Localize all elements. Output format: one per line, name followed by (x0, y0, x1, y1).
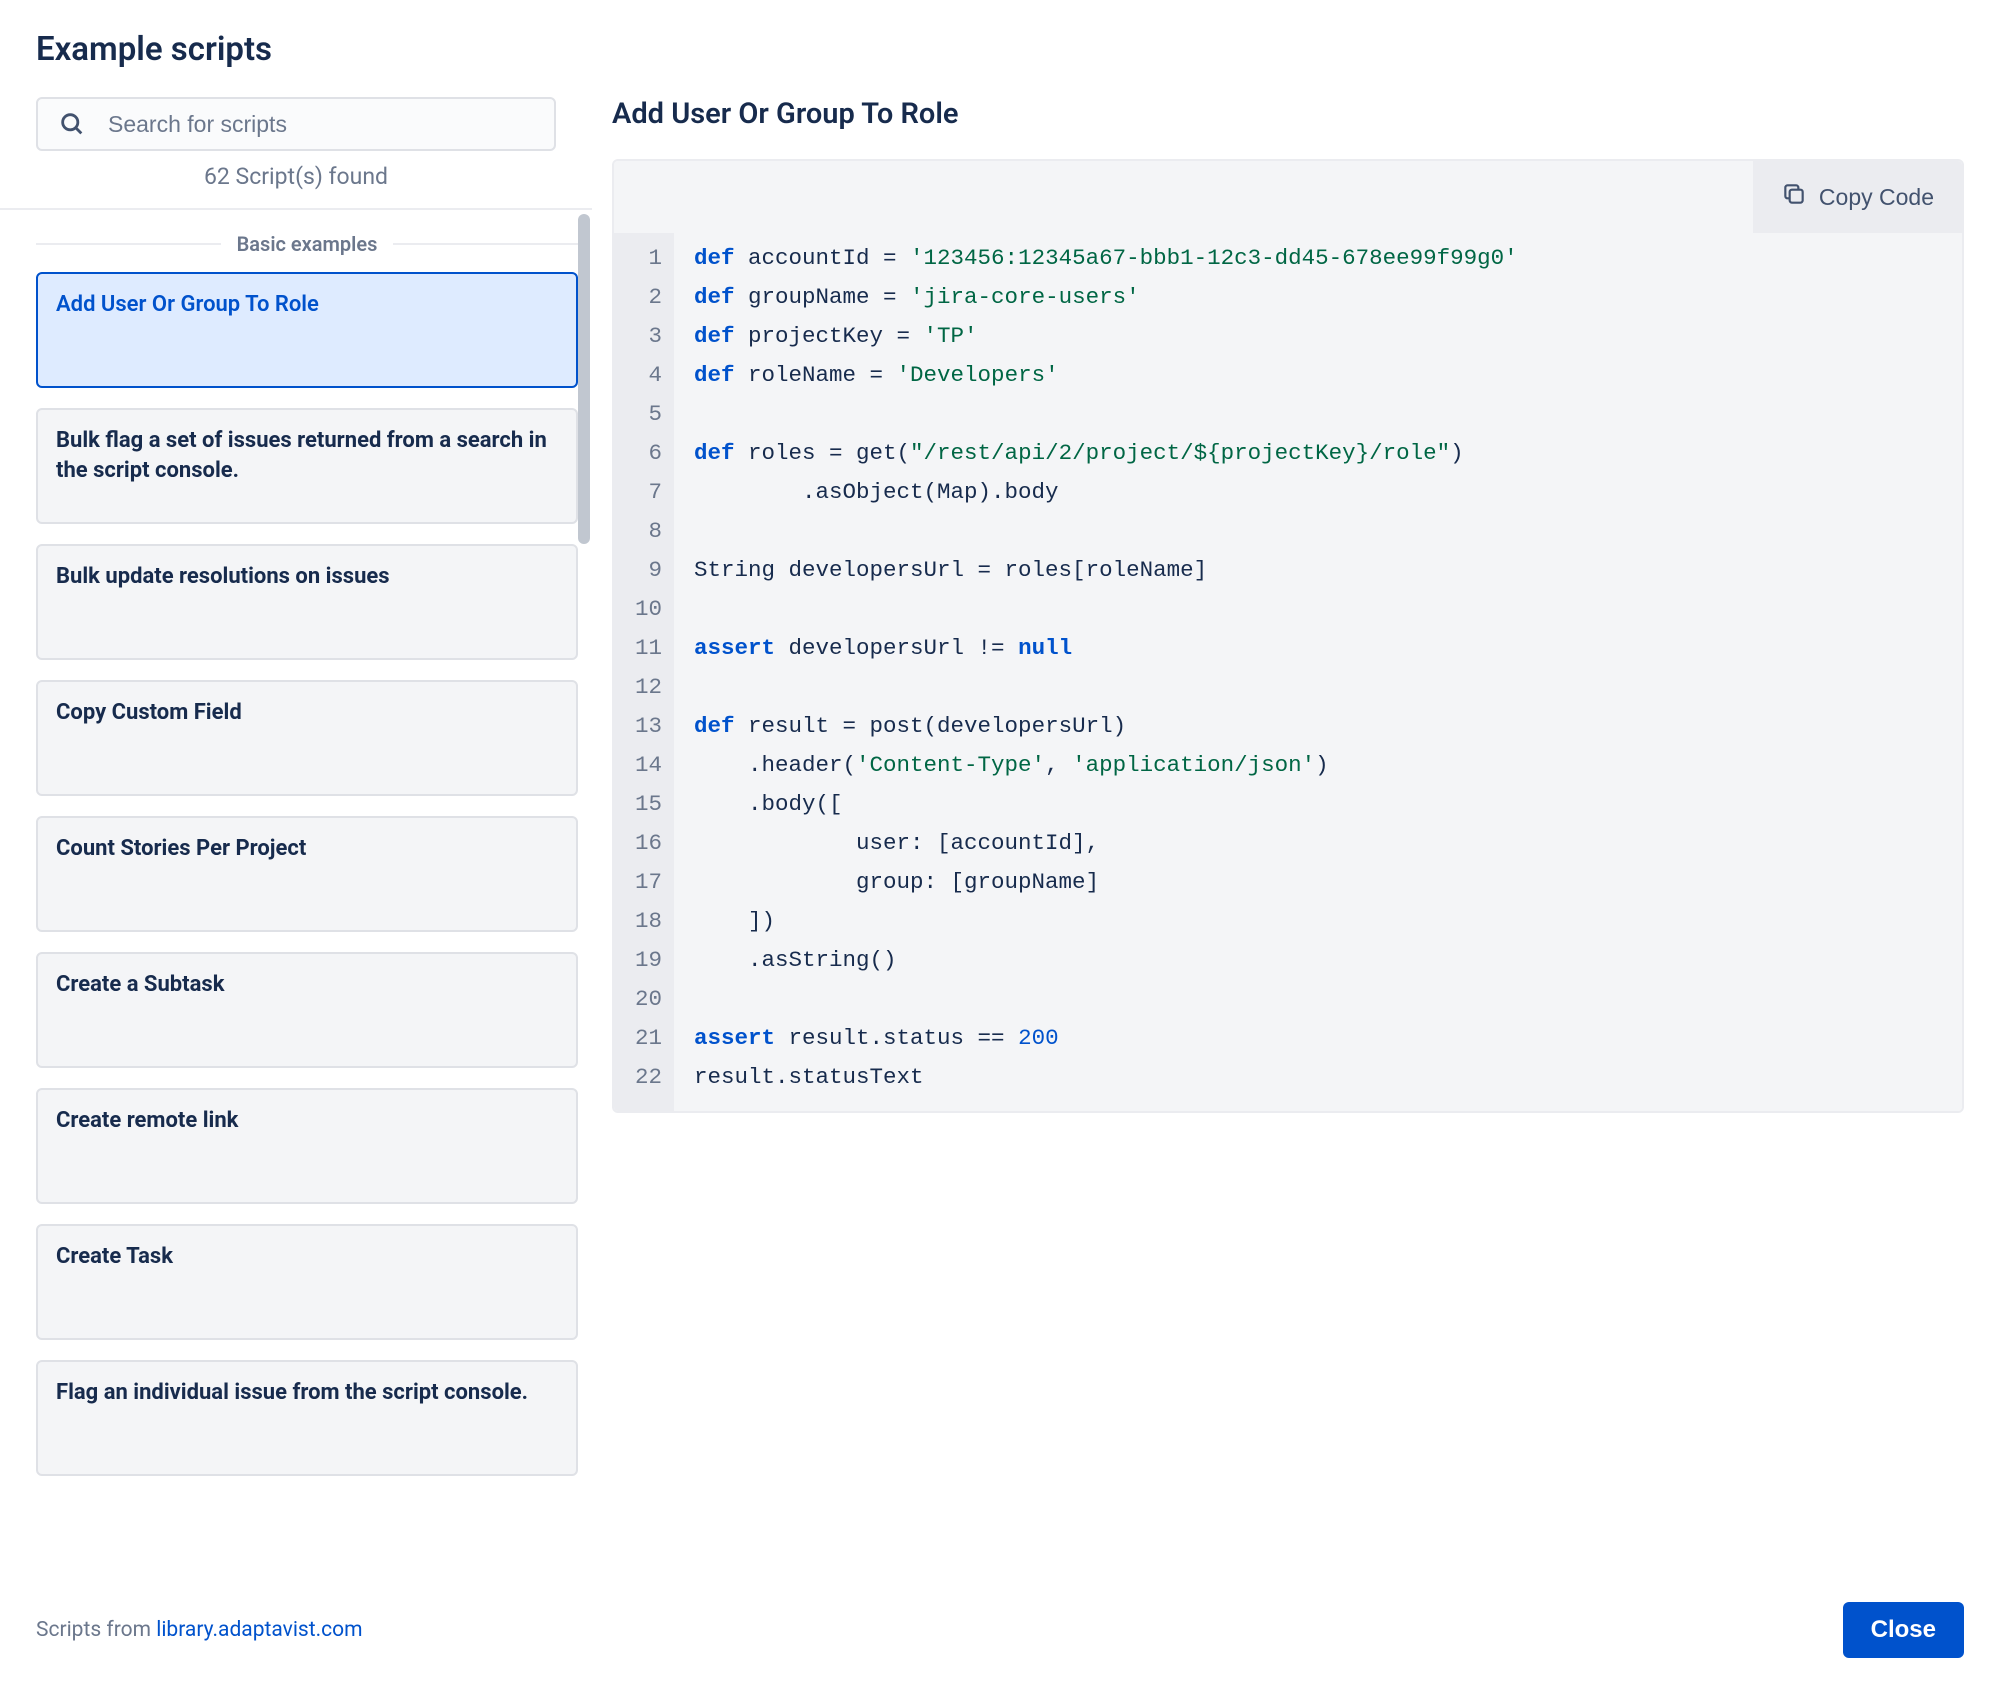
script-card[interactable]: Flag an individual issue from the script… (36, 1360, 578, 1476)
script-card[interactable]: Copy Custom Field (36, 680, 578, 796)
footer-attribution: Scripts from library.adaptavist.com (36, 1618, 363, 1642)
example-scripts-dialog: Example scripts 62 Script(s) found (0, 0, 2000, 1690)
close-button[interactable]: Close (1843, 1602, 1964, 1658)
script-card[interactable]: Create remote link (36, 1088, 578, 1204)
script-card[interactable]: Bulk update resolutions on issues (36, 544, 578, 660)
group-header: Basic examples (36, 232, 578, 256)
scrollbar-thumb[interactable] (578, 214, 590, 544)
script-card[interactable]: Count Stories Per Project (36, 816, 578, 932)
result-count: 62 Script(s) found (36, 163, 556, 190)
code-panel: Copy Code 123456789101112131415161718192… (612, 159, 1964, 1113)
page-title: Example scripts (36, 30, 1964, 69)
script-sidebar: 62 Script(s) found Basic examples Add Us… (36, 97, 556, 1580)
group-label: Basic examples (237, 232, 378, 256)
search-icon (58, 110, 86, 138)
dialog-footer: Scripts from library.adaptavist.com Clos… (36, 1580, 1964, 1690)
script-card[interactable]: Create a Subtask (36, 952, 578, 1068)
detail-title: Add User Or Group To Role (612, 97, 1964, 131)
copy-code-label: Copy Code (1819, 184, 1934, 211)
copy-icon (1781, 181, 1807, 213)
code-block: 12345678910111213141516171819202122 def … (614, 233, 1962, 1111)
library-link[interactable]: library.adaptavist.com (156, 1618, 362, 1642)
search-input[interactable] (36, 97, 556, 151)
script-card[interactable]: Create Task (36, 1224, 578, 1340)
script-list-region: Basic examples Add User Or Group To Role… (0, 208, 592, 1580)
code-content[interactable]: def accountId = '123456:12345a67-bbb1-12… (674, 233, 1962, 1111)
scrollbar[interactable] (578, 214, 590, 1580)
copy-code-button[interactable]: Copy Code (1753, 161, 1962, 233)
script-card[interactable]: Add User Or Group To Role (36, 272, 578, 388)
script-detail: Add User Or Group To Role Copy Code (556, 97, 1964, 1580)
search-field[interactable] (36, 97, 556, 151)
line-gutter: 12345678910111213141516171819202122 (614, 233, 674, 1111)
code-toolbar: Copy Code (614, 161, 1962, 233)
script-card[interactable]: Bulk flag a set of issues returned from … (36, 408, 578, 524)
